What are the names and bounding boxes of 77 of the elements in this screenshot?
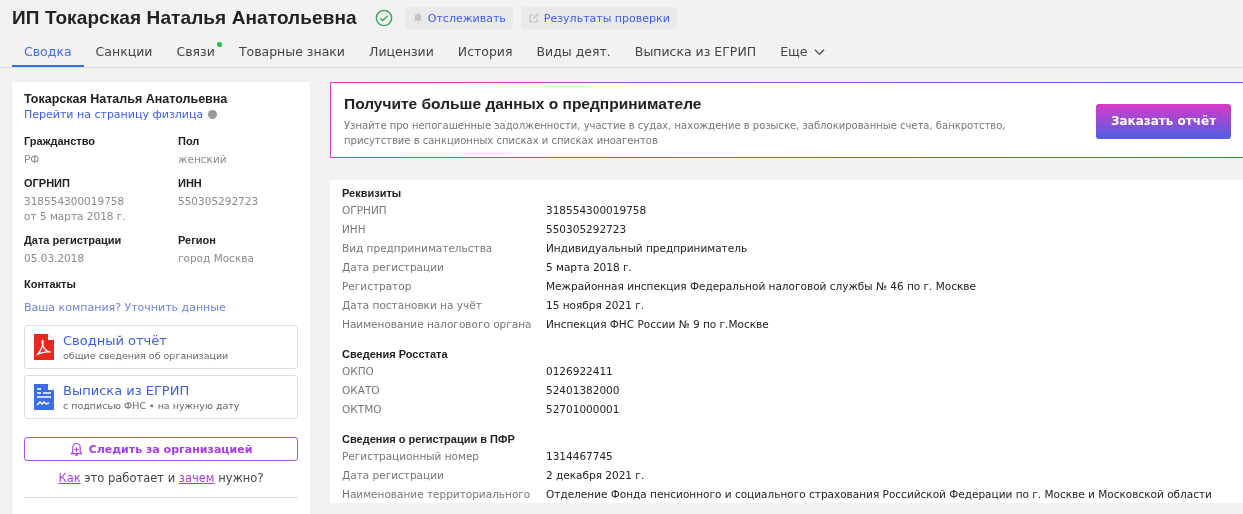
document-link[interactable]: Выписка из ЕГРИП с подписью ФНС • на нужную дату bbox=[24, 375, 298, 419]
detail-label: ОКПО bbox=[342, 364, 375, 377]
detail-value: Индивидуальный предприниматель bbox=[546, 241, 748, 254]
detail-label: Наименование налогового органа bbox=[342, 317, 533, 330]
field-label: ИНН bbox=[178, 177, 203, 189]
field-value: город Москва bbox=[178, 251, 255, 266]
detail-value: 1314467745 bbox=[546, 449, 613, 462]
tab[interactable]: Товарные знаки bbox=[226, 38, 357, 67]
pdf-icon bbox=[34, 334, 54, 360]
person-name: Токарская Наталья Анатольевна bbox=[24, 92, 229, 106]
bell-plus-icon bbox=[69, 441, 83, 457]
follow-button[interactable]: Следить за организацией bbox=[24, 437, 298, 461]
field-value: 318554300019758 bbox=[24, 194, 126, 209]
field-label: Контакты bbox=[24, 278, 77, 290]
detail-value: 0126922411 bbox=[546, 364, 613, 377]
why-link[interactable]: зачем bbox=[178, 471, 215, 485]
tab[interactable]: Выписка из ЕГРИП bbox=[622, 38, 769, 67]
clarify-data-link[interactable]: Ваша компания? Уточнить данные bbox=[24, 301, 226, 314]
detail-value: 15 ноября 2021 г. bbox=[546, 298, 644, 311]
section-title: Реквизиты bbox=[342, 187, 403, 199]
track-button[interactable]: Отслеживать bbox=[404, 7, 513, 29]
page-title: ИП Токарская Наталья Анатольевна bbox=[12, 7, 357, 29]
field-label: Дата регистрации bbox=[24, 234, 123, 246]
field-label: Пол bbox=[178, 135, 201, 147]
tab[interactable]: Связи bbox=[164, 38, 227, 67]
section-title: Сведения Росстата bbox=[342, 348, 449, 360]
detail-label: ОКТМО bbox=[342, 402, 383, 415]
tab[interactable]: Сводка bbox=[12, 38, 84, 67]
bell-icon bbox=[411, 12, 424, 24]
detail-label: Дата постановки на учёт bbox=[342, 298, 483, 311]
document-icon bbox=[34, 384, 54, 410]
field-label: ОГРНИП bbox=[24, 177, 71, 189]
detail-value: Инспекция ФНС России № 9 по г.Москве bbox=[546, 317, 769, 330]
order-report-button[interactable]: Заказать отчёт bbox=[1096, 103, 1231, 139]
document-title: Выписка из ЕГРИП bbox=[63, 383, 191, 398]
field-label: Гражданство bbox=[24, 135, 97, 147]
detail-value: Межрайонная инспекция Федеральной налоговой службы № 46 по г. Москве bbox=[546, 279, 976, 292]
promo-text: Узнайте про непогашенные задолженности, участие в судах, нахождение в розыске, заблокированные счета, банкротство, присутствие в санкционных списках и списках иноагентов bbox=[344, 118, 1007, 148]
detail-label: Вид предпринимательства bbox=[342, 241, 494, 254]
detail-value: 318554300019758 bbox=[546, 203, 647, 216]
detail-label: ОГРНИП bbox=[342, 203, 388, 216]
section-title: Сведения о регистрации в ПФР bbox=[342, 433, 516, 445]
caret-icon bbox=[813, 48, 825, 56]
detail-label: Дата регистрации bbox=[342, 468, 445, 481]
detail-value: Отделение Фонда пенсионного и социального страхования Российской Федерации по г. Москве и Московской области bbox=[546, 487, 1212, 500]
detail-label: Дата регистрации bbox=[342, 260, 445, 273]
field-label: Регион bbox=[178, 234, 217, 246]
document-subtitle: общие сведения об организации bbox=[63, 350, 229, 361]
document-subtitle: с подписью ФНС • на нужную дату bbox=[63, 400, 240, 411]
detail-value: 5 марта 2018 г. bbox=[546, 260, 632, 273]
tab[interactable]: Санкции bbox=[83, 38, 165, 67]
person-page-link[interactable]: Перейти на страницу физлица bbox=[24, 108, 204, 121]
document-link[interactable]: Сводный отчёт общие сведения об организации bbox=[24, 325, 298, 369]
edit-icon bbox=[527, 12, 540, 24]
detail-value: 550305292723 bbox=[546, 222, 627, 235]
field-value: РФ bbox=[24, 152, 41, 167]
help-text: Как это работает и зачем нужно? bbox=[57, 471, 265, 485]
document-title: Сводный отчёт bbox=[63, 333, 168, 348]
check-results-button[interactable]: Результаты проверки bbox=[520, 7, 677, 29]
field-value: 550305292723 bbox=[178, 194, 260, 209]
detail-value: 2 декабря 2021 г. bbox=[546, 468, 645, 481]
field-value: от 5 марта 2018 г. bbox=[24, 209, 127, 224]
how-link[interactable]: Как bbox=[58, 471, 81, 485]
detail-label: ОКАТО bbox=[342, 383, 381, 396]
tab[interactable]: Лицензии bbox=[357, 38, 446, 67]
field-value: женский bbox=[178, 152, 228, 167]
detail-value: 52701000001 bbox=[546, 402, 620, 415]
detail-value: 52401382000 bbox=[546, 383, 620, 396]
promo-title: Получите больше данных о предпринимателе bbox=[344, 94, 703, 113]
tab[interactable]: История bbox=[445, 38, 525, 67]
more-tab[interactable]: Еще bbox=[768, 38, 837, 67]
tab[interactable]: Виды деят. bbox=[524, 38, 623, 67]
detail-label: ИНН bbox=[342, 222, 367, 235]
detail-label: Регистратор bbox=[342, 279, 413, 292]
detail-label: Наименование территориального bbox=[342, 487, 532, 500]
detail-label: Регистрационный номер bbox=[342, 449, 481, 462]
field-value: 05.03.2018 bbox=[24, 251, 86, 266]
